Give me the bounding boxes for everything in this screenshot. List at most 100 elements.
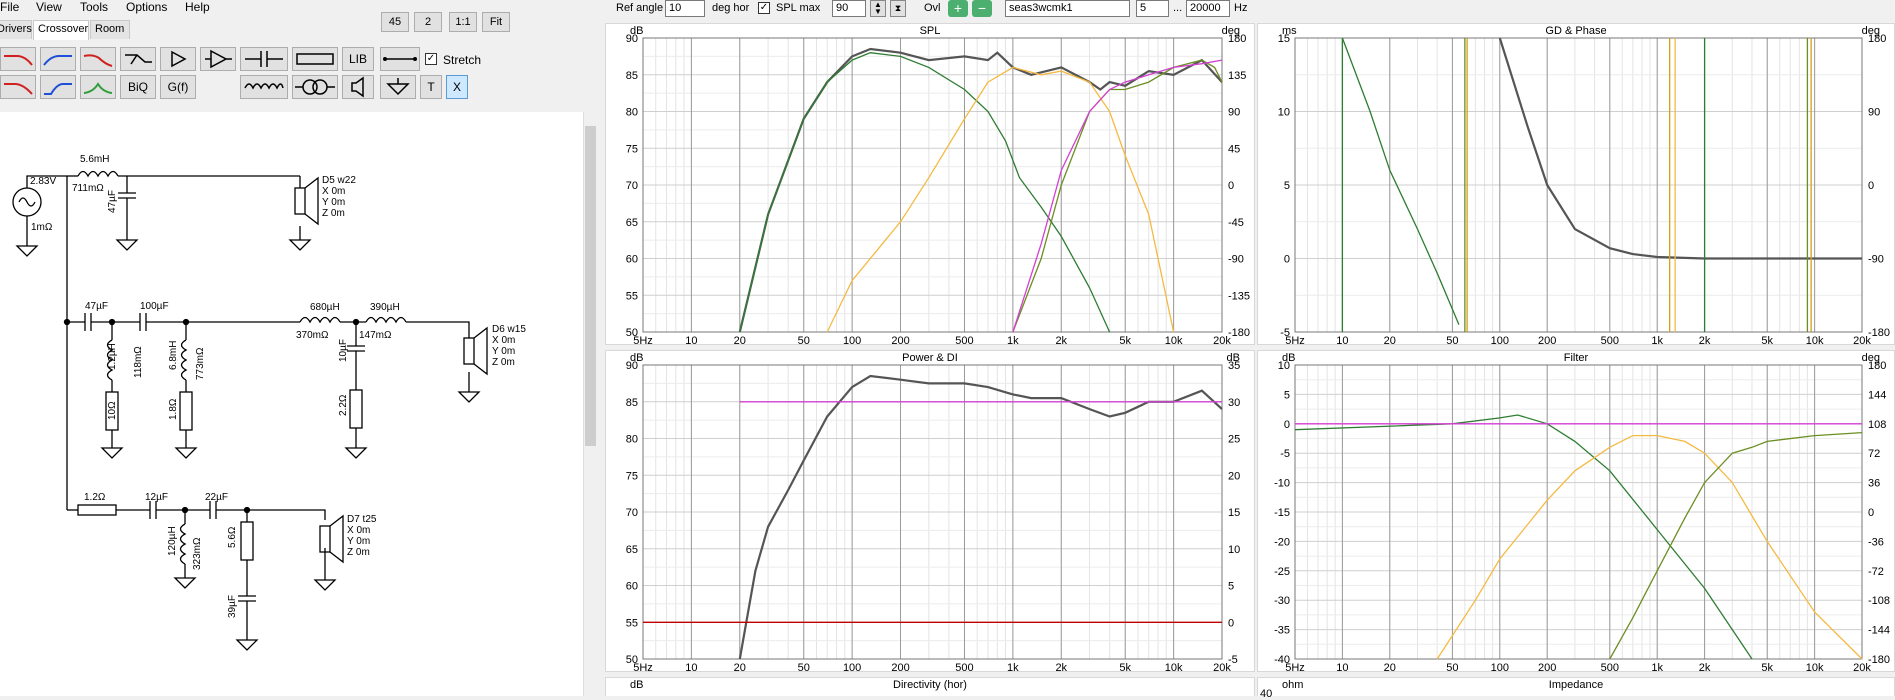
- x-tick: 50: [798, 335, 810, 346]
- zoom-1to1-button[interactable]: 1:1: [449, 12, 477, 32]
- directivity-graph[interactable]: Directivity (hor) dB: [605, 677, 1255, 696]
- highpass-blue-button[interactable]: [40, 47, 76, 71]
- series-line-3: [1012, 59, 1223, 333]
- hz-label: Hz: [1234, 2, 1248, 14]
- x-tick: 5Hz: [1285, 662, 1305, 673]
- x-tick: 1k: [1651, 662, 1663, 673]
- capacitor-button[interactable]: [240, 47, 288, 71]
- graph-toolbar: Ref angle 10 deg hor ✓ SPL max 90 ▲ ▼ ⧗ O…: [600, 0, 1895, 18]
- c6-value-label: 22µF: [205, 492, 228, 503]
- series-line-2: [826, 66, 1175, 333]
- r4-value-label: 1.2Ω: [84, 492, 106, 503]
- tab-room[interactable]: Room: [90, 20, 130, 39]
- biquad-button[interactable]: BiQ: [120, 75, 156, 99]
- series-line-1: [739, 52, 1111, 333]
- menu-tools[interactable]: Tools: [80, 0, 108, 14]
- y-right-tick: -72: [1868, 566, 1884, 578]
- zoom-fit-button[interactable]: Fit: [482, 12, 510, 32]
- add-overlay-icon[interactable]: +: [948, 0, 968, 17]
- y-left-tick: 55: [626, 617, 638, 629]
- menu-help[interactable]: Help: [185, 0, 210, 14]
- y-right-tick: -108: [1868, 595, 1890, 607]
- y-left-tick: 0: [1284, 419, 1290, 431]
- notch-icon: [125, 54, 152, 65]
- ref-angle-input[interactable]: 10: [665, 0, 705, 17]
- spl-graph[interactable]: SPL dB deg 90 180 85 135 80 90 75 45 70 0 65 -45 60-…: [605, 23, 1255, 346]
- menu-options[interactable]: Options: [126, 0, 167, 14]
- d5-z-label: Z 0m: [322, 208, 345, 219]
- spl-max-spinner[interactable]: ▲ ▼: [870, 0, 886, 17]
- gf-button[interactable]: G(f): [160, 75, 196, 99]
- t-button[interactable]: T: [420, 75, 442, 99]
- impedance-graph[interactable]: Impedance ohm 40: [1257, 677, 1895, 700]
- lowpass2-red-button[interactable]: [0, 75, 36, 99]
- ground-button[interactable]: [380, 75, 416, 99]
- lowpass-red-button[interactable]: [0, 47, 36, 71]
- y-left-tick: 65: [626, 217, 638, 229]
- stretch-checkbox[interactable]: ✓: [425, 53, 437, 65]
- zoom-2-button[interactable]: 2: [414, 12, 442, 32]
- project-name-input[interactable]: seas3wcmk1: [1005, 0, 1130, 17]
- y-left-tick: 75: [626, 143, 638, 155]
- transformer-button[interactable]: [292, 75, 338, 99]
- power-di-graph[interactable]: Power & DI dB dB 90 35 85 30 80 25 75 20 70 15 65 1…: [605, 350, 1255, 673]
- freq-max-input[interactable]: 20000: [1186, 0, 1230, 17]
- notch-button[interactable]: [120, 47, 156, 71]
- l4-value-label: 680µH: [310, 302, 340, 313]
- y-right-tick: 0: [1228, 617, 1234, 629]
- y-right-tick: 36: [1868, 478, 1880, 490]
- filter-graph[interactable]: Filter dB deg 10 180 5 144 0 108 -5 72 -10 36 -15 0…: [1257, 350, 1895, 673]
- driver-button[interactable]: [342, 75, 374, 99]
- remove-overlay-icon[interactable]: −: [972, 0, 992, 17]
- lib-button[interactable]: LIB: [342, 47, 374, 71]
- crossover-schematic[interactable]: 2.83V 1mΩ 5.6mH 711mΩ 47µF D5 w22 X 0m Y…: [0, 112, 583, 696]
- directivity-graph-title: Directivity (hor): [893, 679, 967, 691]
- highpass2-blue-button[interactable]: [40, 75, 76, 99]
- schematic-scrollbar-thumb[interactable]: [585, 126, 596, 446]
- x-tick: 20k: [1213, 335, 1231, 346]
- y-left-tick: -25: [1274, 566, 1290, 578]
- highpass2-icon: [44, 83, 72, 95]
- amplifier-icon: [171, 50, 187, 68]
- menu-file[interactable]: File: [0, 0, 19, 14]
- y-right-tick: 45: [1228, 143, 1240, 155]
- y-left-tick: -20: [1274, 536, 1290, 548]
- zoom-45-button[interactable]: 45: [381, 12, 409, 32]
- y-left-tick: 80: [626, 107, 638, 119]
- x-tick: 10: [1336, 662, 1348, 673]
- x-tick: 100: [843, 335, 861, 346]
- wire-icon: [383, 57, 417, 61]
- y-left-tick: 15: [1278, 33, 1290, 45]
- bandpass-green-button[interactable]: [80, 75, 116, 99]
- spl-max-checkbox[interactable]: ✓: [758, 2, 770, 14]
- menu-view[interactable]: View: [36, 0, 62, 14]
- x-button[interactable]: X: [446, 75, 468, 99]
- y-left-tick: 80: [626, 434, 638, 446]
- power-plot: 90 3585 3080 2575 2070 1565 1060 555 050 -55Hz 10 2…: [626, 360, 1241, 673]
- y-right-tick: 25: [1228, 434, 1240, 446]
- points-input[interactable]: 5: [1136, 0, 1169, 17]
- tab-drivers[interactable]: Drivers: [0, 20, 32, 39]
- collapse-icon[interactable]: ⧗: [890, 0, 906, 17]
- y-right-tick: 90: [1868, 107, 1880, 119]
- filter-plot: 10 180 5 144 0 108 -5 72 -10 36 -15 0 -20 -36 -25 -72 -3…: [1274, 360, 1890, 673]
- x-tick: 10: [1336, 335, 1348, 346]
- tab-crossover[interactable]: Crossover: [33, 20, 89, 40]
- opamp-button[interactable]: [200, 47, 236, 71]
- inductor-button[interactable]: [240, 75, 288, 99]
- bandpass-red-button[interactable]: [80, 47, 116, 71]
- y-right-tick: 35: [1228, 360, 1240, 372]
- y-left-tick: -15: [1274, 507, 1290, 519]
- spl-max-input[interactable]: 90: [832, 0, 866, 17]
- wire-button[interactable]: [380, 47, 420, 71]
- gd-phase-graph[interactable]: GD & Phase ms deg 15 180 10 90 5 0 0 -90 -5 -180 5…: [1257, 23, 1895, 346]
- d5-name-label: D5 w22: [322, 175, 356, 186]
- resistor-button[interactable]: [292, 47, 338, 71]
- source-resistance-label: 1mΩ: [31, 222, 53, 233]
- x-tick: 200: [891, 662, 909, 673]
- y-left-tick: -10: [1274, 478, 1290, 490]
- amplifier-button[interactable]: [160, 47, 196, 71]
- y-right-tick: -180: [1868, 654, 1890, 666]
- d7-y-label: Y 0m: [347, 536, 370, 547]
- lowpass-icon: [4, 55, 33, 66]
